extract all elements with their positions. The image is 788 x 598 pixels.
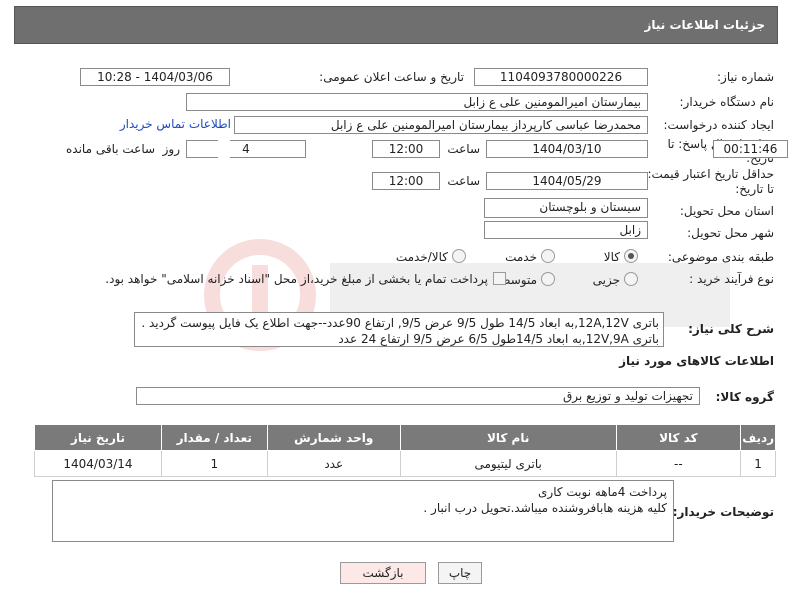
need-number-field: 1104093780000226 [474,68,648,86]
requester-label: ایجاد کننده درخواست: [663,118,774,132]
goods-group-label: گروه کالا: [715,390,774,404]
requester-field: محمدرضا عباسی کارپرداز بیمارستان امیرالم… [234,116,648,134]
description-box: باتری 12A,12V,به ابعاد 14/5 طول 9/5 عرض … [134,312,664,347]
cell-unit: عدد [266,450,401,477]
cell-quantity: 1 [160,450,268,477]
description-label: شرح کلی نیاز: [688,322,774,336]
reply-deadline-time: 12:00 [372,140,440,158]
print-button[interactable]: چاپ [438,562,482,584]
table-row: 1 -- باتری لیتیومی عدد 1 1404/03/14 [34,450,776,477]
need-number-label: شماره نیاز: [717,70,774,84]
delivery-city-label: شهر محل تحویل: [687,226,774,240]
buyer-notes-box: پرداخت 4ماهه نوبت کاری کلیه هزینه هابافر… [52,480,674,542]
price-validity-label-2: تا تاریخ: [735,182,774,196]
buyer-notes-label: توضیحات خریدار: [672,505,774,519]
remaining-time-label: ساعت باقی مانده [66,142,156,156]
delivery-province-label: استان محل تحویل: [679,204,774,218]
buyer-org-field: بیمارستان امیرالمومنین علی ع زابل [186,93,648,111]
radio-selected-dot [628,253,634,259]
page-title: جزئیات اطلاعات نیاز [644,18,765,32]
process-radio-medium[interactable] [541,272,555,286]
process-option-minor: جزیی [592,273,620,287]
process-radio-minor[interactable] [624,272,638,286]
col-header-unit: واحد شمارش [266,424,401,451]
cell-need-date: 1404/03/14 [34,450,162,477]
announce-date-label: تاریخ و ساعت اعلان عمومی: [319,70,464,84]
treasury-checkbox[interactable] [493,272,506,285]
reply-time-label: ساعت [447,142,480,156]
price-validity-date: 1404/05/29 [486,172,648,190]
goods-group-field: تجهیزات تولید و توزیع برق [136,387,700,405]
buyer-contact-link[interactable]: اطلاعات تماس خریدار [120,117,231,131]
goods-info-title: اطلاعات کالاهای مورد نیاز [619,354,774,368]
back-button[interactable]: بازگشت [340,562,426,584]
category-radio-goods-service[interactable] [452,249,466,263]
category-radio-service[interactable] [541,249,555,263]
price-validity-time: 12:00 [372,172,440,190]
description-line-1: باتری 12A,12V,به ابعاد 14/5 طول 9/5 عرض … [141,316,659,330]
treasury-note: پرداخت تمام یا بخشی از مبلغ خرید،از محل … [105,272,488,286]
reply-days-field: 4 [186,140,306,158]
price-validity-time-label: ساعت [447,174,480,188]
category-option-service: خدمت [505,250,537,264]
cell-row-number: 1 [740,450,776,477]
cell-name: باتری لیتیومی [399,450,617,477]
col-header-row-number: ردیف [740,424,776,451]
col-header-code: کد کالا [615,424,742,451]
category-option-goods-service: کالا/خدمت [395,250,448,264]
price-validity-label-1: حداقل تاریخ اعتبار قیمت: [647,167,774,181]
category-option-goods: کالا [603,250,620,264]
col-header-need-date: تاریخ نیاز [34,424,162,451]
description-line-2: باتری 12V,9A,به ابعاد 14/5طول 6/5 عرض 9/… [338,332,659,346]
col-header-name: نام کالا [399,424,617,451]
buyer-notes-line-2: کلیه هزینه هابافروشنده میباشد.تحویل درب … [423,501,667,515]
header-bar: جزئیات اطلاعات نیاز [14,6,778,44]
reply-deadline-date: 1404/03/10 [486,140,648,158]
category-radio-goods[interactable] [624,249,638,263]
delivery-city-field: زابل [484,221,648,239]
delivery-province-field: سیستان و بلوچستان [484,198,648,218]
buyer-org-label: نام دستگاه خریدار: [679,95,775,109]
buyer-notes-line-1: پرداخت 4ماهه نوبت کاری [538,485,667,499]
purchase-process-label: نوع فرآیند خرید : [689,272,774,286]
col-header-quantity: تعداد / مقدار [160,424,268,451]
announce-date-field: 1404/03/06 - 10:28 [80,68,230,86]
table-header-row: ردیف کد کالا نام کالا واحد شمارش تعداد /… [34,424,776,451]
cell-code: -- [615,450,742,477]
goods-table: ردیف کد کالا نام کالا واحد شمارش تعداد /… [34,424,776,477]
remaining-time-field: 00:11:46 [713,140,788,158]
category-label: طبقه بندی موضوعی: [667,250,774,264]
